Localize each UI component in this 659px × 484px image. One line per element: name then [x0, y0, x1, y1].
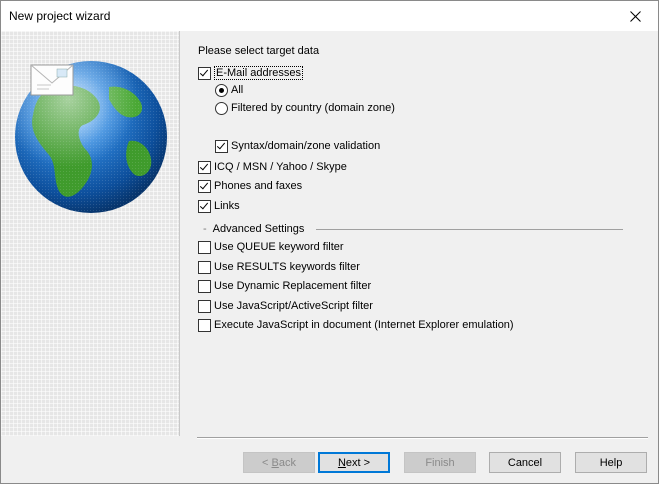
queue-filter-label: Use QUEUE keyword filter [214, 241, 344, 253]
syntax-validation-label: Syntax/domain/zone validation [231, 140, 381, 152]
envelope-icon [30, 64, 74, 96]
wizard-side-panel [1, 31, 180, 436]
queue-filter-checkbox[interactable]: Use QUEUE keyword filter [198, 239, 344, 255]
next-button[interactable]: Next > [318, 452, 390, 473]
links-label: Links [214, 200, 240, 212]
checkbox-box[interactable] [198, 299, 211, 313]
email-addresses-label: E-Mail addresses [214, 66, 303, 80]
title-bar: New project wizard [1, 1, 658, 31]
checkbox-box[interactable] [215, 139, 228, 153]
icq-msn-yahoo-skype-label: ICQ / MSN / Yahoo / Skype [214, 161, 347, 173]
email-addresses-checkbox[interactable]: E-Mail addresses [198, 65, 303, 81]
execute-javascript-checkbox[interactable]: Execute JavaScript in document (Internet… [198, 317, 514, 333]
javascript-filter-checkbox[interactable]: Use JavaScript/ActiveScript filter [198, 298, 373, 314]
checkbox-box[interactable] [198, 260, 211, 274]
collapse-dash-icon[interactable]: - [203, 223, 207, 235]
results-filter-label: Use RESULTS keywords filter [214, 261, 360, 273]
window-title: New project wizard [9, 9, 111, 23]
checkbox-box[interactable] [198, 160, 211, 174]
help-button[interactable]: Help [575, 452, 647, 473]
results-filter-checkbox[interactable]: Use RESULTS keywords filter [198, 259, 360, 275]
next-accel: N [337, 456, 346, 469]
links-checkbox[interactable]: Links [198, 198, 240, 214]
checkbox-box[interactable] [198, 240, 211, 254]
back-button[interactable]: < Back [243, 452, 315, 473]
all-label: All [231, 84, 244, 96]
checkbox-box[interactable] [198, 199, 211, 213]
footer-divider [197, 437, 648, 439]
filtered-by-country-label: Filtered by country (domain zone) [231, 102, 395, 114]
execute-javascript-label: Execute JavaScript in document (Internet… [214, 319, 514, 331]
section-divider [316, 228, 623, 230]
page-heading: Please select target data [198, 45, 320, 57]
back-rest: ack [278, 456, 296, 469]
radio-circle[interactable] [215, 101, 228, 115]
wizard-window: New project wizard Please select target … [0, 0, 659, 484]
checkbox-box[interactable] [198, 318, 211, 332]
cancel-button[interactable]: Cancel [489, 452, 561, 473]
icq-msn-yahoo-skype-checkbox[interactable]: ICQ / MSN / Yahoo / Skype [198, 159, 347, 175]
back-prefix: < [262, 456, 272, 469]
checkbox-box[interactable] [198, 66, 211, 80]
javascript-filter-label: Use JavaScript/ActiveScript filter [214, 300, 373, 312]
radio-circle[interactable] [215, 83, 228, 97]
dynamic-replacement-label: Use Dynamic Replacement filter [214, 280, 372, 292]
filtered-by-country-radio[interactable]: Filtered by country (domain zone) [215, 100, 395, 116]
checkbox-box[interactable] [198, 179, 211, 193]
phones-and-faxes-checkbox[interactable]: Phones and faxes [198, 178, 302, 194]
next-rest: ext > [345, 456, 371, 469]
phones-and-faxes-label: Phones and faxes [214, 180, 303, 192]
globe-icon [15, 61, 167, 213]
dynamic-replacement-checkbox[interactable]: Use Dynamic Replacement filter [198, 278, 371, 294]
advanced-settings-header[interactable]: - Advanced Settings [203, 221, 623, 237]
back-accel: B [271, 456, 279, 469]
all-radio[interactable]: All [215, 82, 243, 98]
close-button[interactable] [612, 1, 658, 31]
wizard-content: Please select target data E-Mail address… [197, 31, 647, 431]
syntax-validation-checkbox[interactable]: Syntax/domain/zone validation [215, 138, 380, 154]
checkbox-box[interactable] [198, 279, 211, 293]
finish-button[interactable]: Finish [404, 452, 476, 473]
close-icon [630, 11, 641, 22]
advanced-settings-title: Advanced Settings [212, 223, 305, 235]
